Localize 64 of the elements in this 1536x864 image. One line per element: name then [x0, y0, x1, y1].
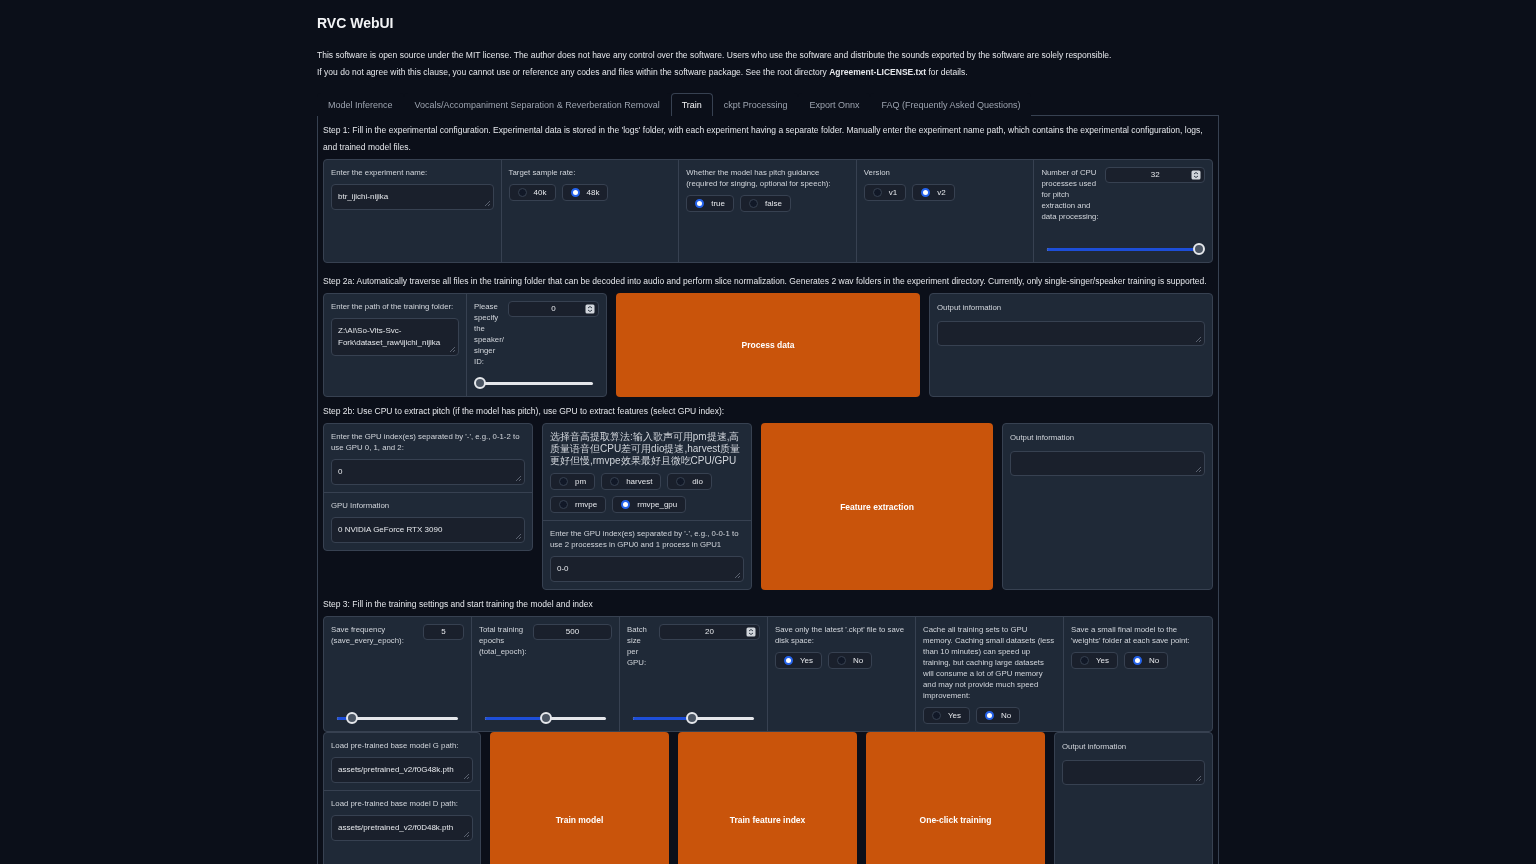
- output-field[interactable]: [1062, 760, 1205, 785]
- radio-option[interactable]: 48k: [561, 184, 609, 201]
- radio-option[interactable]: rmvpe: [550, 496, 607, 513]
- resize-grip-icon[interactable]: [1194, 335, 1202, 343]
- step-heading: Step 1: Fill in the experimental configuration. Experimental data is stored in the 'logs' folder, with each experiment having a separate folder. Manually enter the experiment name path, which contains the experimental configuration, logs, and trained model files.: [323, 124, 1204, 154]
- resize-grip-icon[interactable]: [514, 474, 522, 482]
- train-button[interactable]: One-click training: [866, 732, 1045, 864]
- app-title: RVC WebUI: [317, 15, 395, 31]
- radio-option[interactable]: No: [828, 652, 873, 669]
- feature-extraction-button[interactable]: Feature extraction: [761, 423, 993, 590]
- slider-thumb[interactable]: [539, 712, 552, 724]
- spinner-icon[interactable]: [585, 304, 595, 314]
- radio-option[interactable]: rmvpe_gpu: [612, 496, 687, 513]
- text-field[interactable]: 0-0: [550, 556, 744, 582]
- tab[interactable]: Train: [670, 93, 713, 116]
- text-field[interactable]: Z:\AI\So-Vits-Svc-Fork\dataset_raw\ijichi_nijika: [331, 318, 459, 356]
- number-field[interactable]: 32: [1105, 167, 1205, 183]
- radio-option[interactable]: false: [740, 195, 791, 212]
- resize-grip-icon[interactable]: [448, 345, 456, 353]
- slider-thumb[interactable]: [686, 712, 699, 724]
- radio-option[interactable]: pm: [550, 473, 596, 490]
- radio-option[interactable]: No: [976, 707, 1021, 724]
- slider-thumb[interactable]: [474, 377, 486, 389]
- output-field[interactable]: [1010, 451, 1205, 476]
- resize-grip-icon[interactable]: [1194, 465, 1202, 473]
- resize-grip-icon[interactable]: [462, 772, 470, 780]
- number-field[interactable]: 500: [533, 624, 612, 640]
- number-field[interactable]: 5: [423, 624, 464, 640]
- spinner-icon[interactable]: [746, 627, 756, 637]
- license-notice: If you do not agree with this clause, you cannot use or reference any codes and files within the software package. See the root directory Agreement-LICENSE.txt for details.: [317, 66, 969, 79]
- radio-option[interactable]: v2: [912, 184, 955, 201]
- resize-grip-icon[interactable]: [1194, 774, 1202, 782]
- train-button[interactable]: Train model: [490, 732, 669, 864]
- radio-option[interactable]: Yes: [1071, 652, 1119, 669]
- resize-grip-icon[interactable]: [462, 830, 470, 838]
- radio-option[interactable]: No: [1124, 652, 1169, 669]
- license-notice: This software is open source under the MIT license. The author does not have any control over the software. Users who use the software and distribute the sounds exported by the software are solely responsible.: [317, 49, 1113, 62]
- step-heading: Step 2a: Automatically traverse all files in the training folder that can be decoded into audio and perform slice normalization. Generates 2 wav folders in the experiment directory. Currently, only single-singer/speaker training is supported.: [323, 275, 1208, 288]
- resize-grip-icon[interactable]: [514, 532, 522, 540]
- output-field[interactable]: [937, 321, 1205, 346]
- radio-option[interactable]: 40k: [508, 184, 556, 201]
- train-button[interactable]: Train feature index: [678, 732, 857, 864]
- radio-option[interactable]: harvest: [601, 473, 662, 490]
- spinner-icon[interactable]: [1191, 170, 1201, 180]
- text-field[interactable]: 0 NVIDIA GeForce RTX 3090: [331, 517, 525, 543]
- resize-grip-icon[interactable]: [482, 199, 491, 207]
- text-field[interactable]: 0: [331, 459, 525, 485]
- number-field[interactable]: 20: [659, 624, 760, 640]
- text-field[interactable]: assets/pretrained_v2/f0D48k.pth: [331, 815, 473, 841]
- radio-option[interactable]: Yes: [923, 707, 971, 724]
- slider-thumb[interactable]: [345, 712, 358, 724]
- radio-option[interactable]: true: [686, 195, 734, 212]
- text-field[interactable]: assets/pretrained_v2/f0G48k.pth: [331, 757, 473, 783]
- process-data-button[interactable]: Process data: [616, 293, 920, 397]
- number-field[interactable]: 0: [508, 301, 599, 317]
- radio-option[interactable]: dio: [667, 473, 713, 490]
- field-label: 选择音高提取算法:输入歌声可用pm提速,高质量语音但CPU差可用dio提速,harvest质量更好但慢,rmvpe效果最好且微吃CPU/GPU: [550, 431, 742, 467]
- text-field[interactable]: btr_ijichi-nijika: [331, 184, 494, 210]
- step-heading: Step 2b: Use CPU to extract pitch (if the model has pitch), use GPU to extract features (select GPU index):: [323, 405, 726, 418]
- resize-grip-icon[interactable]: [733, 571, 741, 579]
- radio-option[interactable]: Yes: [775, 652, 823, 669]
- slider-thumb[interactable]: [1193, 243, 1205, 255]
- step-heading: Step 3: Fill in the training settings and start training the model and index: [323, 598, 594, 611]
- radio-option[interactable]: v1: [863, 184, 907, 201]
